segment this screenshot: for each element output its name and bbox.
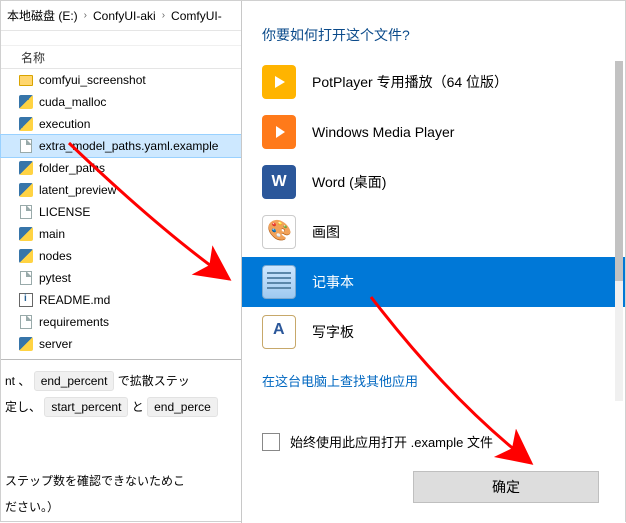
file-label: comfyui_screenshot [39,73,146,87]
py-icon [19,337,33,351]
file-row[interactable]: pytest [1,267,241,289]
py-icon [19,161,33,175]
file-row[interactable]: nodes [1,245,241,267]
file-row[interactable]: latent_preview [1,179,241,201]
file-row[interactable]: README.md [1,289,241,311]
code-chip: end_perce [147,397,218,417]
app-option-wordpad[interactable]: 写字板 [242,307,625,357]
file-icon [19,271,33,285]
chevron-right-icon: › [160,10,167,21]
text-fragment: ステップ数を確認できないためこ [5,468,235,494]
file-label: folder_paths [39,161,105,175]
breadcrumb-seg-1[interactable]: ConfyUI-aki [93,9,156,23]
py-icon [19,249,33,263]
app-option-notepad[interactable]: 记事本 [242,257,625,307]
app-option-word[interactable]: Word (桌面) [242,157,625,207]
app-label: 记事本 [312,272,354,292]
dialog-title: 你要如何打开这个文件? [242,1,625,61]
file-row[interactable]: main [1,223,241,245]
wmp-icon [262,115,296,149]
py-icon [19,95,33,109]
wordpad-icon [262,315,296,349]
notepad-icon [262,265,296,299]
breadcrumb-seg-2[interactable]: ComfyUI- [171,9,222,23]
scrollbar[interactable] [615,61,623,401]
app-option-wmp[interactable]: Windows Media Player [242,107,625,157]
file-row[interactable]: LICENSE [1,201,241,223]
file-row[interactable]: folder_paths [1,157,241,179]
file-label: main [39,227,65,241]
file-label: LICENSE [39,205,90,219]
breadcrumb-seg-disk[interactable]: 本地磁盘 (E:) [7,7,78,24]
code-chip: end_percent [34,371,115,391]
text-fragment: 定し、 [5,400,41,414]
ok-button-label: 确定 [492,477,520,497]
potplayer-icon [262,65,296,99]
file-row[interactable]: comfyui_screenshot [1,69,241,91]
text-fragment: で拡散ステッ [118,374,190,388]
scrollbar-thumb[interactable] [615,61,623,281]
file-icon [19,139,33,153]
py-icon [19,227,33,241]
file-row[interactable]: extra_model_paths.yaml.example [1,135,241,157]
folder-icon [19,73,33,87]
file-row[interactable]: server [1,333,241,355]
md-icon [19,293,33,307]
chevron-right-icon: › [82,10,89,21]
file-label: requirements [39,315,109,329]
file-list: comfyui_screenshot cuda_malloc execution ex… [1,69,241,355]
py-icon [19,117,33,131]
file-icon [19,315,33,329]
file-label: nodes [39,249,72,263]
always-use-label: 始终使用此应用打开 .example 文件 [290,432,493,451]
app-option-paint[interactable]: 画图 [242,207,625,257]
app-option-potplayer[interactable]: PotPlayer 专用播放（64 位版） [242,57,625,107]
file-row[interactable]: execution [1,113,241,135]
find-other-app-link[interactable]: 在这台电脑上查找其他应用 [242,357,625,390]
ok-button[interactable]: 确定 [413,471,599,503]
file-label: latent_preview [39,183,116,197]
file-row[interactable]: requirements [1,311,241,333]
word-icon [262,165,296,199]
code-chip: start_percent [44,397,128,417]
app-label: Word (桌面) [312,172,386,192]
file-row[interactable]: cuda_malloc [1,91,241,113]
file-icon [19,205,33,219]
file-label: server [39,337,72,351]
file-label: extra_model_paths.yaml.example [39,139,218,153]
paint-icon [262,215,296,249]
open-with-dialog: 你要如何打开这个文件? PotPlayer 专用播放（64 位版） Windows… [241,1,625,523]
app-label: PotPlayer 专用播放（64 位版） [312,72,508,92]
always-use-checkbox[interactable] [262,433,280,451]
app-label: 画图 [312,222,340,242]
app-label: Windows Media Player [312,124,454,140]
text-fragment: と [132,400,144,414]
text-fragment: ださい。） [5,494,235,520]
app-list: PotPlayer 专用播放（64 位版） Windows Media Playe… [242,57,625,407]
text-fragment: nt 、 [5,374,30,388]
background-text-panel: nt 、 end_percent で拡散ステッ 定し、 start_percen… [1,359,241,520]
file-label: README.md [39,293,110,307]
file-label: execution [39,117,90,131]
app-label: 写字板 [312,322,354,342]
file-label: cuda_malloc [39,95,106,109]
file-label: pytest [39,271,71,285]
py-icon [19,183,33,197]
